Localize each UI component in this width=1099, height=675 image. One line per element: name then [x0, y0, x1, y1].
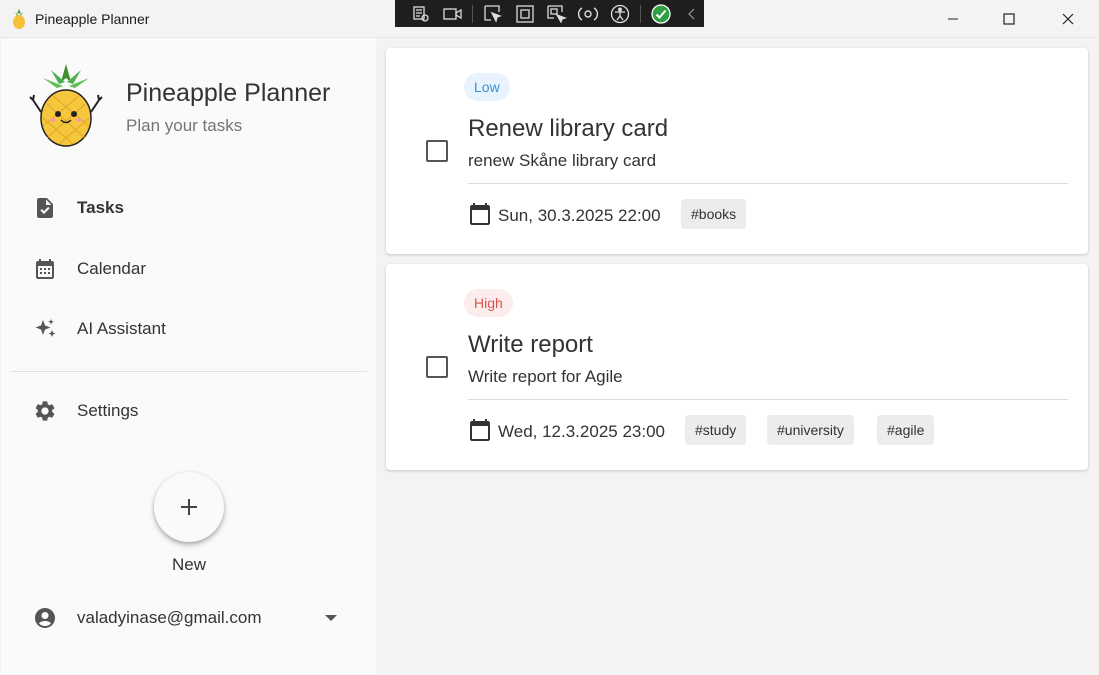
plus-icon	[181, 499, 197, 515]
minimize-icon	[948, 18, 958, 20]
window-title: Pineapple Planner	[35, 11, 150, 27]
tag-chip[interactable]: #university	[767, 415, 854, 445]
sparkle-icon	[35, 319, 56, 337]
card-divider	[468, 183, 1068, 184]
record-icon[interactable]	[441, 3, 465, 25]
task-card[interactable]: High Write report Write report for Agile…	[386, 264, 1088, 470]
account-circle-icon	[35, 608, 55, 628]
task-title: Renew library card	[468, 115, 669, 142]
task-card[interactable]: Low Renew library card renew Skåne libra…	[386, 48, 1088, 254]
dropdown-caret-icon	[325, 615, 337, 621]
brand-title: Pineapple Planner	[126, 79, 331, 107]
calendar-icon	[36, 259, 54, 279]
task-title: Write report	[468, 331, 593, 358]
maximize-button[interactable]	[980, 0, 1038, 38]
new-button-label: New	[171, 555, 206, 574]
toolbar-separator	[472, 4, 474, 23]
nav-label: AI Assistant	[77, 319, 166, 338]
task-checkbox[interactable]	[426, 356, 448, 378]
card-divider	[468, 399, 1068, 400]
task-due-date: Sun, 30.3.2025 22:00	[498, 206, 661, 225]
task-description: renew Skåne library card	[468, 151, 657, 170]
maximize-icon	[1003, 13, 1015, 25]
gear-icon	[35, 401, 55, 421]
task-document-icon	[37, 198, 53, 218]
priority-badge: Low	[464, 73, 510, 101]
debug-toolbar	[395, 0, 704, 27]
minimize-button[interactable]	[924, 0, 982, 38]
pineapple-mascot-logo	[29, 64, 103, 147]
sidebar: Pineapple Planner Plan your tasks Tasks …	[1, 38, 376, 674]
toolbar-separator	[639, 4, 641, 23]
nav-label: Calendar	[77, 259, 146, 278]
live-visual-tree-icon[interactable]	[409, 3, 433, 25]
nav-label: Tasks	[77, 198, 124, 217]
collapse-icon[interactable]	[680, 3, 704, 25]
account-email: valadyinase@gmail.com	[77, 608, 262, 627]
task-due-date: Wed, 12.3.2025 23:00	[498, 422, 665, 441]
account-selector[interactable]: valadyinase@gmail.com	[11, 594, 367, 642]
track-focus-icon[interactable]	[545, 3, 569, 25]
priority-badge: High	[464, 289, 513, 317]
tag-chip[interactable]: #agile	[877, 415, 935, 445]
display-layout-adorners-icon[interactable]	[513, 3, 537, 25]
accessibility-icon[interactable]	[608, 3, 632, 25]
task-checkbox[interactable]	[426, 140, 448, 162]
checked-status-icon[interactable]	[649, 3, 673, 25]
tag-chip[interactable]: #books	[681, 199, 747, 229]
pineapple-icon	[13, 9, 25, 29]
new-task-button[interactable]	[154, 472, 224, 542]
close-button[interactable]	[1039, 0, 1097, 38]
nav-item-tasks[interactable]: Tasks	[11, 184, 367, 232]
tag-chip[interactable]: #study	[685, 415, 747, 445]
sidebar-divider	[11, 371, 367, 372]
calendar-icon	[470, 419, 490, 441]
close-icon	[1062, 13, 1074, 25]
nav-item-settings[interactable]: Settings	[11, 387, 367, 435]
hot-reload-icon[interactable]	[576, 3, 600, 25]
select-element-icon[interactable]	[481, 3, 505, 25]
nav-item-ai-assistant[interactable]: AI Assistant	[11, 305, 367, 353]
calendar-icon	[470, 203, 490, 225]
nav-label: Settings	[77, 401, 139, 420]
brand-subtitle: Plan your tasks	[126, 116, 243, 135]
title-bar: Pineapple Planner	[0, 0, 1099, 38]
task-list: Low Renew library card renew Skåne libra…	[376, 38, 1098, 674]
task-description: Write report for Agile	[468, 367, 623, 386]
nav-item-calendar[interactable]: Calendar	[11, 245, 367, 293]
